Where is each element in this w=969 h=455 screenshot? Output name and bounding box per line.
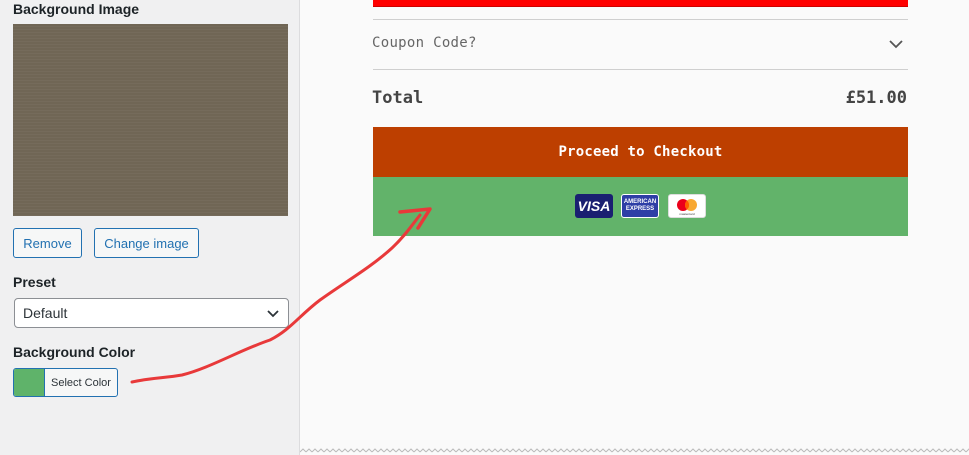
coupon-toggle[interactable]: Coupon Code? (372, 35, 477, 51)
amex-line2: EXPRESS (625, 206, 655, 212)
mastercard-card-icon: mastercard (668, 194, 706, 218)
background-color-label: Background Color (13, 344, 136, 360)
divider (373, 19, 908, 20)
select-color-label: Select Color (51, 376, 111, 389)
preset-label: Preset (13, 274, 56, 290)
chevron-down-icon[interactable] (888, 38, 904, 50)
visa-card-icon: VISA (575, 194, 613, 218)
amex-card-icon: AMERICAN EXPRESS (621, 194, 659, 218)
divider (373, 69, 908, 70)
select-color-button[interactable]: Select Color (13, 368, 118, 397)
color-swatch (14, 369, 45, 396)
customizer-panel: Background Image Remove Change image Pre… (0, 0, 300, 455)
mastercard-text: mastercard (679, 212, 695, 216)
change-image-button[interactable]: Change image (94, 228, 199, 258)
chevron-down-icon (267, 310, 279, 318)
amex-line1: AMERICAN (623, 199, 657, 205)
cart-top-bar (373, 0, 908, 7)
total-value: £51.00 (845, 88, 907, 108)
payment-methods-area: VISA AMERICAN EXPRESS mastercard (373, 177, 908, 236)
total-label: Total (372, 88, 424, 108)
background-image-preview[interactable] (13, 24, 288, 216)
proceed-to-checkout-button[interactable]: Proceed to Checkout (373, 127, 908, 177)
background-image-label: Background Image (13, 1, 140, 17)
receipt-edge (300, 448, 969, 455)
remove-button[interactable]: Remove (13, 228, 82, 258)
preset-select-value: Default (23, 305, 68, 321)
preset-select[interactable]: Default (14, 298, 289, 328)
